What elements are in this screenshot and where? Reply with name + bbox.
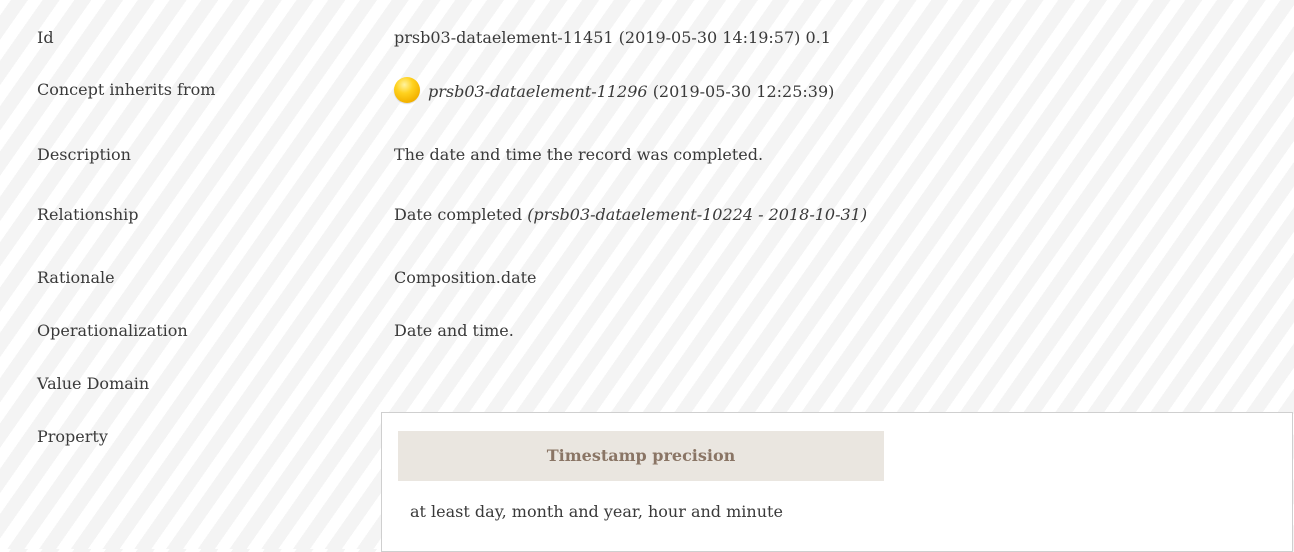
inherits-value: prsb03-dataelement-11296 (2019-05-30 12:… <box>394 77 834 103</box>
relationship-label: Relationship <box>37 205 139 224</box>
property-header: Timestamp precision <box>398 431 884 481</box>
inherits-date: (2019-05-30 12:25:39) <box>652 82 835 101</box>
rationale-value: Composition.date <box>394 268 537 287</box>
row-id: Id prsb03-dataelement-11451 (2019-05-30 … <box>0 28 1294 58</box>
inherits-label: Concept inherits from <box>37 80 216 99</box>
inherits-link[interactable]: prsb03-dataelement-11296 <box>428 82 648 101</box>
operationalization-value: Date and time. <box>394 321 514 340</box>
status-draft-icon <box>394 77 420 103</box>
relationship-value: Date completed (prsb03-dataelement-10224… <box>394 205 867 224</box>
row-rationale: Rationale Composition.date <box>0 268 1294 298</box>
relationship-name: Date completed <box>394 205 523 224</box>
id-value: prsb03-dataelement-11451 (2019-05-30 14:… <box>394 28 831 47</box>
operationalization-label: Operationalization <box>37 321 188 340</box>
property-value: at least day, month and year, hour and m… <box>410 502 783 521</box>
row-relationship: Relationship Date completed (prsb03-data… <box>0 205 1294 235</box>
id-label: Id <box>37 28 54 47</box>
property-label: Property <box>37 427 108 446</box>
row-operationalization: Operationalization Date and time. <box>0 321 1294 351</box>
description-label: Description <box>37 145 131 164</box>
description-value: The date and time the record was complet… <box>394 145 764 164</box>
row-value-domain: Value Domain <box>0 374 1294 404</box>
value-domain-label: Value Domain <box>37 374 150 393</box>
rationale-label: Rationale <box>37 268 115 287</box>
relationship-ref: (prsb03-dataelement-10224 - 2018-10-31) <box>527 205 868 224</box>
row-description: Description The date and time the record… <box>0 145 1294 175</box>
property-panel: Timestamp precision at least day, month … <box>381 412 1293 552</box>
row-concept-inherits: Concept inherits from prsb03-dataelement… <box>0 77 1294 110</box>
